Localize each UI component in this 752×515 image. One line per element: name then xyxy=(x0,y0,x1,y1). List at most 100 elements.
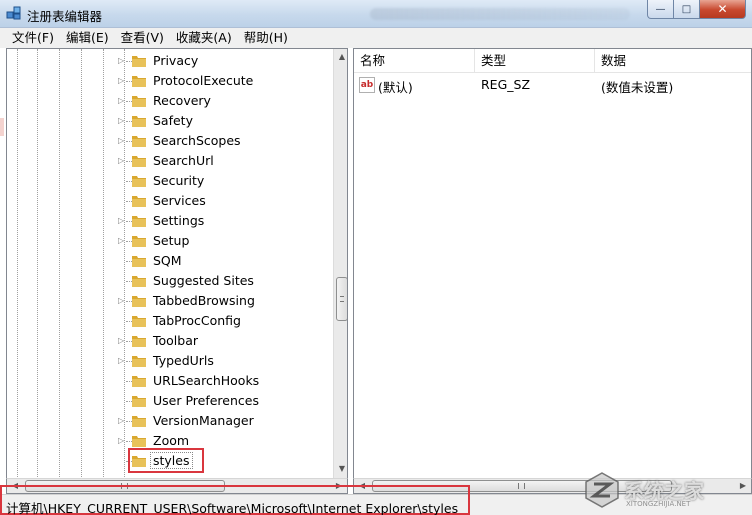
expand-arrow-icon[interactable]: ▷ xyxy=(118,296,127,305)
tree-item-label: Settings xyxy=(153,213,205,228)
tree-item[interactable]: ▷ VersionManager xyxy=(7,411,333,431)
menu-view[interactable]: 查看(V) xyxy=(115,28,170,48)
folder-icon xyxy=(132,216,146,227)
regedit-icon xyxy=(6,6,21,20)
menu-edit[interactable]: 编辑(E) xyxy=(60,28,115,48)
column-header-type[interactable]: 类型 xyxy=(475,49,595,73)
title-bar: 注册表编辑器 — □ ✕ xyxy=(0,0,752,28)
folder-icon xyxy=(132,156,146,167)
tree-item[interactable]: ▷ Privacy xyxy=(7,51,333,71)
watermark-logo-icon xyxy=(585,472,619,508)
expand-arrow-icon[interactable]: ▷ xyxy=(118,416,127,425)
tree-item-label: Services xyxy=(153,193,206,208)
key-path: 计算机\HKEY_CURRENT_USER\Software\Microsoft… xyxy=(6,501,459,515)
folder-icon xyxy=(132,296,146,307)
minimize-button[interactable]: — xyxy=(647,0,674,19)
tree-item[interactable]: ▷ SearchUrl xyxy=(7,151,333,171)
tree-item-label: Setup xyxy=(153,233,190,248)
scroll-up-arrow-icon[interactable]: ▲ xyxy=(334,49,347,65)
expand-arrow-icon[interactable]: ▷ xyxy=(118,236,127,245)
folder-icon xyxy=(132,256,146,267)
tree-item[interactable]: TabProcConfig xyxy=(7,311,333,331)
tree-item-label: SQM xyxy=(153,253,182,268)
folder-icon xyxy=(132,316,146,327)
background-edge xyxy=(0,118,4,136)
tree-vertical-scrollbar[interactable]: ▲ ▼ xyxy=(333,49,347,478)
expand-arrow-icon[interactable]: ▷ xyxy=(118,336,127,345)
value-data: (数值未设置) xyxy=(601,80,674,95)
scroll-thumb[interactable] xyxy=(336,277,347,321)
tree-item[interactable]: URLSearchHooks xyxy=(7,371,333,391)
tree-item-label: ProtocolExecute xyxy=(153,73,254,88)
tree-item-label: SearchUrl xyxy=(153,153,214,168)
expand-arrow-icon[interactable]: ▷ xyxy=(118,76,127,85)
value-type: REG_SZ xyxy=(481,77,531,92)
expand-arrow-icon[interactable]: ▷ xyxy=(118,116,127,125)
menu-file[interactable]: 文件(F) xyxy=(6,28,60,48)
list-header: 名称 类型 数据 xyxy=(354,49,751,73)
folder-icon xyxy=(132,276,146,287)
tree-item[interactable]: styles xyxy=(7,448,333,473)
value-list[interactable]: 名称 类型 数据 ab (默认) REG_SZ (数值未设置) xyxy=(353,48,752,478)
folder-icon xyxy=(132,176,146,187)
tree-item-label: URLSearchHooks xyxy=(153,373,260,388)
folder-icon xyxy=(132,396,146,407)
column-header-data[interactable]: 数据 xyxy=(595,49,751,73)
tree-item-label: Toolbar xyxy=(153,333,199,348)
string-value-icon: ab xyxy=(359,77,375,93)
tree-item-label: Privacy xyxy=(153,53,199,68)
watermark-subtext: XITONGZHIJIA.NET xyxy=(626,500,691,508)
window-title: 注册表编辑器 xyxy=(27,9,103,24)
tree-item[interactable]: User Preferences xyxy=(7,391,333,411)
tree-item[interactable]: ▷ ProtocolExecute xyxy=(7,71,333,91)
tree-item-label: TypedUrls xyxy=(153,353,214,368)
tree-item-label: Suggested Sites xyxy=(153,273,254,288)
watermark: 系统之家 XITONGZHIJIA.NET xyxy=(582,470,742,510)
expand-arrow-icon[interactable]: ▷ xyxy=(118,156,127,165)
expand-arrow-icon[interactable]: ▷ xyxy=(118,96,127,105)
tree-item[interactable]: ▷ Settings xyxy=(7,211,333,231)
scroll-down-arrow-icon[interactable]: ▼ xyxy=(334,461,347,477)
expand-arrow-icon[interactable]: ▷ xyxy=(118,356,127,365)
tree-item-label: Security xyxy=(153,173,205,188)
tree-item-label: VersionManager xyxy=(153,413,254,428)
tree-item[interactable]: ▷ Recovery xyxy=(7,91,333,111)
folder-icon xyxy=(132,116,146,127)
expand-arrow-icon[interactable]: ▷ xyxy=(118,216,127,225)
folder-icon xyxy=(132,56,146,67)
registry-tree[interactable]: ▷ Privacy ▷ ProtocolExecute ▷ Recovery ▷ Safety… xyxy=(6,48,348,478)
expand-arrow-icon[interactable]: ▷ xyxy=(118,56,127,65)
tree-item[interactable]: Security xyxy=(7,171,333,191)
value-name: (默认) xyxy=(378,80,413,95)
folder-icon xyxy=(132,376,146,387)
tree-item-label: TabbedBrowsing xyxy=(153,293,255,308)
tree-item-label: Safety xyxy=(153,113,193,128)
folder-icon xyxy=(132,136,146,147)
tree-item[interactable]: ▷ TabbedBrowsing xyxy=(7,291,333,311)
tree-item[interactable]: SQM xyxy=(7,251,333,271)
tree-item[interactable]: ▷ Safety xyxy=(7,111,333,131)
folder-icon xyxy=(132,416,146,427)
menu-help[interactable]: 帮助(H) xyxy=(238,28,294,48)
tree-item[interactable]: ▷ SearchScopes xyxy=(7,131,333,151)
tree-item-label: User Preferences xyxy=(153,393,259,408)
folder-icon xyxy=(132,96,146,107)
tree-item[interactable]: Suggested Sites xyxy=(7,271,333,291)
tree-item-label: styles xyxy=(150,452,193,469)
blurred-title-area xyxy=(370,8,630,20)
folder-icon xyxy=(132,76,146,87)
maximize-button[interactable]: □ xyxy=(674,0,700,19)
menu-favorites[interactable]: 收藏夹(A) xyxy=(170,28,238,48)
folder-icon xyxy=(132,196,146,207)
tree-item[interactable]: ▷ TypedUrls xyxy=(7,351,333,371)
tree-item[interactable]: ▷ Setup xyxy=(7,231,333,251)
expand-arrow-icon[interactable]: ▷ xyxy=(118,436,127,445)
tree-item-label: TabProcConfig xyxy=(153,313,241,328)
expand-arrow-icon[interactable]: ▷ xyxy=(118,136,127,145)
tree-item[interactable]: Services xyxy=(7,191,333,211)
folder-icon xyxy=(132,336,146,347)
tree-item[interactable]: ▷ Toolbar xyxy=(7,331,333,351)
close-button[interactable]: ✕ xyxy=(700,0,746,19)
list-item[interactable]: ab (默认) REG_SZ (数值未设置) xyxy=(354,75,751,95)
column-header-name[interactable]: 名称 xyxy=(354,49,475,73)
